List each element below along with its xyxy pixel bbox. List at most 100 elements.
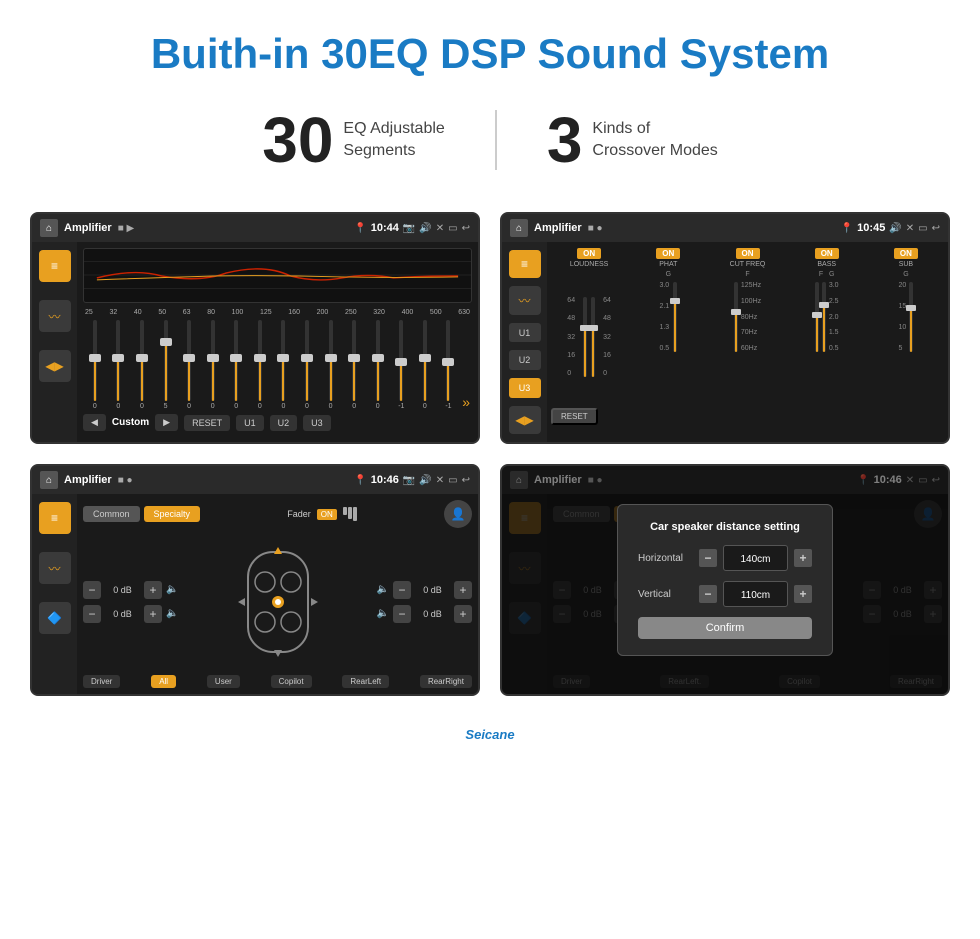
vol-minus-tr[interactable]: − (393, 581, 411, 599)
eq-slider-7[interactable]: 0 (250, 320, 270, 410)
eq-slider-11[interactable]: 0 (344, 320, 364, 410)
bass-on-btn[interactable]: ON (815, 248, 839, 259)
horizontal-minus-btn[interactable]: − (699, 549, 717, 567)
back-icon-2[interactable]: ↩ (932, 223, 940, 234)
eq-slider-10[interactable]: 0 (321, 320, 341, 410)
vol-minus-tl[interactable]: − (83, 581, 101, 599)
fader-row: Fader ON (287, 507, 357, 521)
reset-btn[interactable]: RESET (184, 415, 230, 431)
cutfreq-on-btn[interactable]: ON (736, 248, 760, 259)
vol-plus-tr[interactable]: + (454, 581, 472, 599)
bass-slider-2[interactable] (822, 282, 826, 352)
bass-slider-1[interactable] (815, 282, 819, 352)
back-icon-3[interactable]: ↩ (462, 475, 470, 486)
play-back-btn[interactable]: ◀ (83, 414, 106, 431)
crossover-reset-btn[interactable]: RESET (551, 408, 598, 425)
close-icon-3[interactable]: ✕ (436, 475, 444, 486)
eq-slider-15[interactable]: -1 (439, 320, 459, 410)
wave-btn-2[interactable]: 〰 (509, 286, 541, 314)
phat-slider[interactable] (673, 282, 677, 352)
vertical-value: 110cm (741, 590, 770, 601)
volume-sidebar-btn[interactable]: ◀▶ (509, 406, 541, 434)
loudness-on-btn[interactable]: ON (577, 248, 601, 259)
vertical-minus-btn[interactable]: − (699, 585, 717, 603)
rear-right-btn[interactable]: RearRight (420, 675, 472, 688)
vol-plus-bl[interactable]: + (144, 605, 162, 623)
driver-btn[interactable]: Driver (83, 675, 120, 688)
wave-btn-3[interactable]: 〰 (39, 552, 71, 584)
volume-down-btn[interactable]: ◀▶ (39, 350, 71, 382)
loudness-slider-1[interactable] (583, 297, 587, 377)
home-icon-2[interactable]: ⌂ (510, 219, 528, 237)
u3-btn[interactable]: U3 (303, 415, 331, 431)
bt-btn-3[interactable]: 🔷 (39, 602, 71, 634)
screen2-title: Amplifier (534, 222, 582, 234)
camera-icon: 📷 (403, 223, 415, 234)
eq-slider-6[interactable]: 0 (226, 320, 246, 410)
screen1-topbar-left: ⌂ Amplifier ■ ▶ (40, 219, 134, 237)
freq-125: 125 (260, 309, 272, 316)
home-icon[interactable]: ⌂ (40, 219, 58, 237)
fader-bars (343, 507, 357, 521)
horizontal-plus-btn[interactable]: + (794, 549, 812, 567)
eq-btn-3[interactable]: ≡ (39, 502, 71, 534)
brand-name: Seicane (465, 727, 514, 742)
eq-slider-1[interactable]: 0 (109, 320, 129, 410)
vol-minus-bl[interactable]: − (83, 605, 101, 623)
eq-slider-4[interactable]: 0 (179, 320, 199, 410)
channel-cutfreq: ON CUT FREQ F 125Hz 1 (709, 248, 785, 403)
screen2-icons: ■ ● (588, 223, 603, 234)
user-btn[interactable]: User (207, 675, 240, 688)
freq-250: 250 (345, 309, 357, 316)
screen1-time: 10:44 (371, 222, 399, 234)
freq-25: 25 (85, 309, 93, 316)
rear-left-btn[interactable]: RearLeft (342, 675, 389, 688)
screen1-title: Amplifier (64, 222, 112, 234)
close-icon[interactable]: ✕ (436, 223, 444, 234)
phat-on-btn[interactable]: ON (656, 248, 680, 259)
vertical-plus-btn[interactable]: + (794, 585, 812, 603)
eq-slider-13[interactable]: -1 (392, 320, 412, 410)
eq-btn-2[interactable]: ≡ (509, 250, 541, 278)
distance-dialog-overlay: Car speaker distance setting Horizontal … (502, 466, 948, 694)
eq-slider-12[interactable]: 0 (368, 320, 388, 410)
copilot-btn[interactable]: Copilot (271, 675, 312, 688)
eq-slider-2[interactable]: 0 (132, 320, 152, 410)
eq-slider-5[interactable]: 0 (203, 320, 223, 410)
vol-plus-br[interactable]: + (454, 605, 472, 623)
eq-slider-8[interactable]: 0 (274, 320, 294, 410)
fader-on-badge[interactable]: ON (317, 509, 337, 520)
wave-btn[interactable]: 〰 (39, 300, 71, 332)
u2-btn[interactable]: U2 (270, 415, 298, 431)
fader-bar-1 (343, 507, 347, 515)
sub-on-btn[interactable]: ON (894, 248, 918, 259)
u3-sidebar-btn[interactable]: U3 (509, 378, 541, 398)
eq-slider-14[interactable]: 0 (415, 320, 435, 410)
sub-slider[interactable] (909, 282, 913, 352)
common-mode-btn[interactable]: Common (83, 506, 140, 522)
vol-plus-tl[interactable]: + (144, 581, 162, 599)
eq-btn[interactable]: ≡ (39, 250, 71, 282)
screen3-title: Amplifier (64, 474, 112, 486)
screen2-topbar: ⌂ Amplifier ■ ● 📍 10:45 🔊 ✕ ▭ ↩ (502, 214, 948, 242)
play-fwd-btn[interactable]: ▶ (155, 414, 178, 431)
eq-slider-9[interactable]: 0 (297, 320, 317, 410)
eq-slider-3[interactable]: 5 (156, 320, 176, 410)
confirm-button[interactable]: Confirm (638, 617, 812, 639)
specialty-mode-btn[interactable]: Specialty (144, 506, 201, 522)
channel-sub: ON SUB G 20 15 10 5 (868, 248, 944, 403)
speaker-icon-br: 🔈 (377, 608, 389, 619)
u1-sidebar-btn[interactable]: U1 (509, 323, 541, 343)
more-sliders-chevron[interactable]: » (462, 394, 470, 410)
close-icon-2[interactable]: ✕ (906, 223, 914, 234)
loudness-slider-2[interactable] (591, 297, 595, 377)
cutfreq-slider[interactable] (734, 282, 738, 352)
vol-minus-br[interactable]: − (393, 605, 411, 623)
eq-slider-0[interactable]: 0 (85, 320, 105, 410)
all-btn[interactable]: All (151, 675, 176, 688)
u2-sidebar-btn[interactable]: U2 (509, 350, 541, 370)
u1-btn[interactable]: U1 (236, 415, 264, 431)
back-icon[interactable]: ↩ (462, 223, 470, 234)
window-icon-2: ▭ (918, 223, 927, 234)
home-icon-3[interactable]: ⌂ (40, 471, 58, 489)
